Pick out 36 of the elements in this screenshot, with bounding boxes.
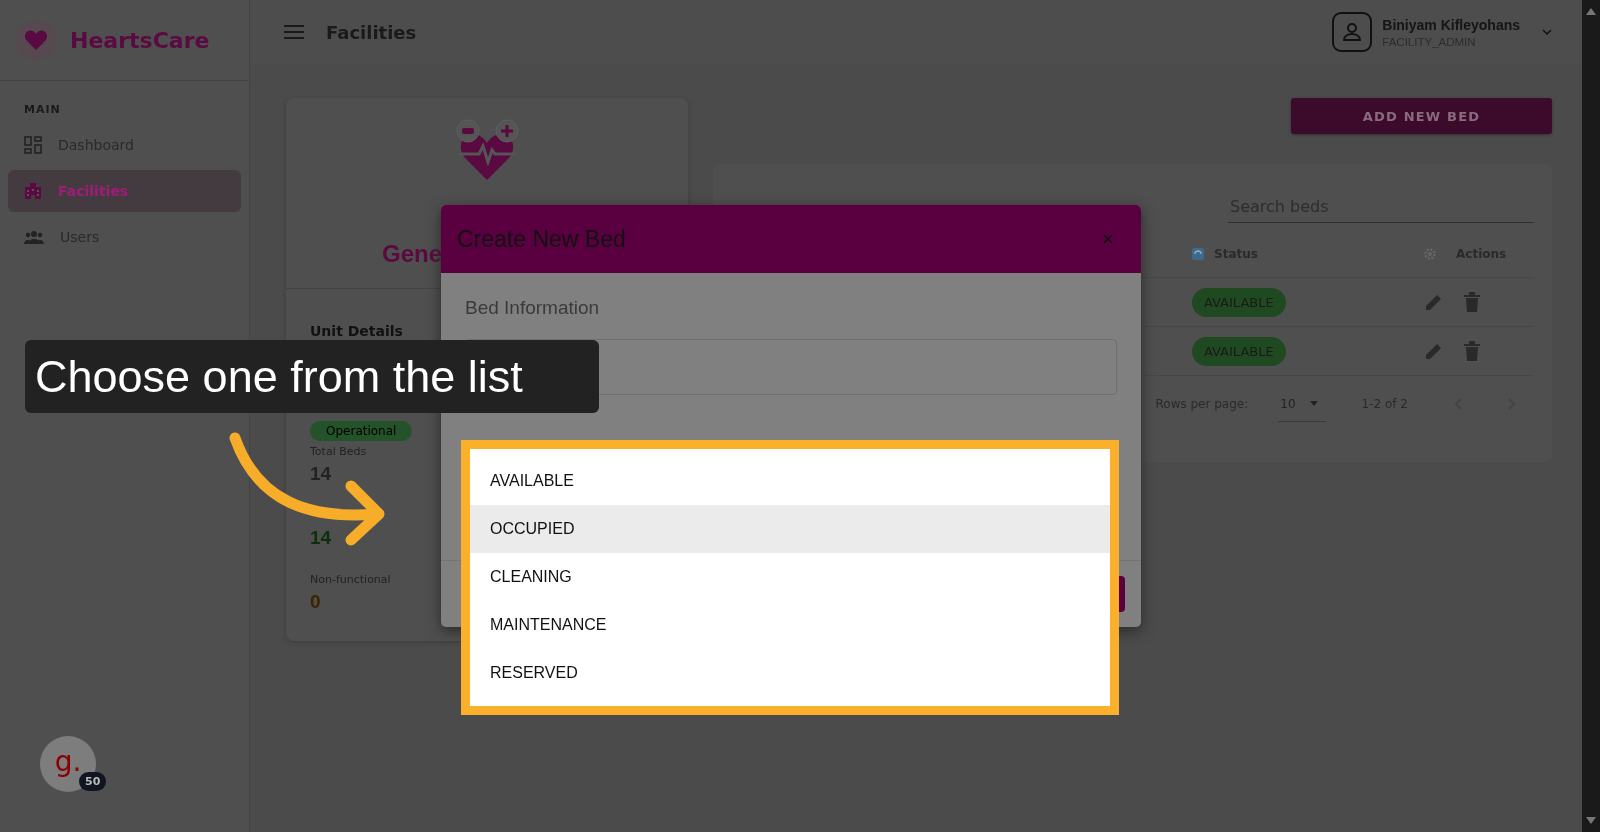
dropdown-option[interactable]: OCCUPIED (470, 505, 1110, 553)
heart-logo-icon (16, 20, 56, 60)
close-icon[interactable] (1103, 234, 1113, 244)
dropdown-option[interactable]: CLEANING (470, 553, 1110, 601)
stat-value: 14 (310, 527, 333, 549)
modal-title: Create New Bed (457, 225, 626, 253)
status-badge: Operational (310, 421, 413, 441)
user-name: Biniyam Kifleyohans (1382, 16, 1520, 33)
menu-icon[interactable] (284, 25, 304, 39)
nav-item[interactable]: Facilities (8, 170, 241, 212)
edit-icon[interactable] (1424, 292, 1444, 312)
settings-icon (1424, 248, 1436, 260)
status-icon (1192, 248, 1204, 260)
dropdown-option[interactable]: RESERVED (470, 649, 1110, 697)
caret-icon[interactable] (1309, 401, 1318, 406)
scroll-up-icon[interactable] (1586, 8, 1596, 15)
dropdown-option[interactable]: AVAILABLE (470, 457, 1110, 505)
add-new-bed-button[interactable]: ADD NEW BED (1291, 98, 1552, 134)
dropdown-option[interactable]: MAINTENANCE (470, 601, 1110, 649)
user-avatar-icon[interactable] (1332, 12, 1373, 52)
edit-icon[interactable] (1424, 341, 1444, 361)
delete-icon[interactable] (1464, 341, 1480, 361)
dashboard-icon (24, 136, 42, 154)
scrollbar[interactable] (1582, 0, 1600, 832)
chevron-down-icon[interactable] (1542, 29, 1552, 35)
delete-icon[interactable] (1464, 292, 1480, 312)
section-heading: Bed Information (465, 297, 601, 319)
brand-name: HeartsCare (70, 27, 210, 53)
building-icon (24, 182, 42, 200)
stat-value: 0 (310, 591, 322, 613)
scroll-down-icon[interactable] (1586, 817, 1596, 824)
section-heading: Unit Details (310, 323, 403, 339)
tooltip: Choose one from the list (25, 340, 599, 413)
unit-name: Gene (382, 240, 443, 268)
avatar-letter: g. (54, 744, 82, 778)
people-icon (24, 230, 44, 244)
